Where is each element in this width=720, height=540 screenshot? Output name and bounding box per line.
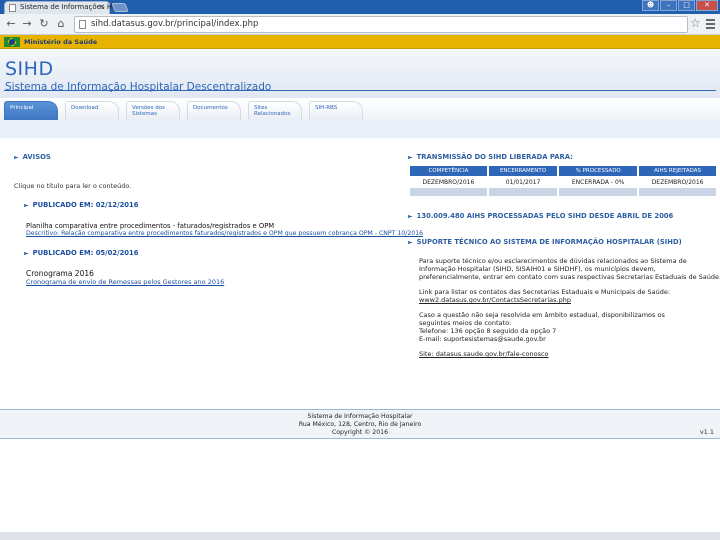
arrow-icon: ►: [14, 154, 19, 161]
col-competencia: COMPETÊNCIA: [410, 166, 487, 176]
tab-sites-relacionados[interactable]: Sites Relacionados: [248, 101, 302, 120]
close-tab-icon[interactable]: ×: [98, 2, 105, 11]
maximize-button[interactable]: □: [678, 0, 695, 11]
url-text: sihd.datasus.gov.br/principal/index.php: [91, 19, 259, 29]
arrow-icon: ►: [24, 202, 29, 209]
site-subtitle: Sistema de Informação Hospitalar Descent…: [5, 81, 272, 93]
footer: Sistema de Informação Hospitalar Rua Méx…: [0, 409, 720, 439]
gov-bar: Ministério da Saúde: [0, 35, 720, 49]
aviso-2-date: ► PUBLICADO EM: 05/02/2016: [24, 249, 139, 257]
tab-documentos[interactable]: Documentos: [187, 101, 241, 120]
browser-toolbar: ← → ↻ ⌂ sihd.datasus.gov.br/principal/in…: [0, 14, 720, 35]
menu-icon[interactable]: [706, 19, 715, 29]
aviso-2-link[interactable]: Cronograma de envio de Remessas pelos Ge…: [26, 278, 224, 286]
site-link[interactable]: Site: datasus.saude.gov.br/fale-conosco: [419, 350, 549, 358]
cell-competencia: DEZEMBRO/2016: [422, 178, 475, 186]
page-icon: [79, 20, 86, 29]
avisos-heading: ► AVISOS: [14, 153, 51, 161]
cell-rejeitadas[interactable]: DEZEMBRO/2016: [639, 176, 716, 188]
main-nav: Principal Download Versões dos Sistemas …: [0, 99, 720, 120]
col-rejeitadas: AIHS REJEITADAS: [639, 166, 716, 176]
suporte-line-3: preferencialmente, entrar em contato com…: [419, 273, 720, 281]
cell-encerramento: 01/01/2017: [505, 178, 541, 186]
aviso-2-title[interactable]: Cronograma 2016: [26, 269, 94, 278]
transmissao-table: COMPETÊNCIA ENCERRAMENTO % PROCESSADO AI…: [408, 166, 718, 196]
browser-tab-title: Sistema de Informações Hos: [20, 3, 121, 11]
suporte-email[interactable]: E-mail: suportesistemas@saude.gov.br: [419, 335, 546, 343]
tab-principal[interactable]: Principal: [4, 101, 58, 120]
table-footer-row: [410, 188, 716, 196]
close-window-button[interactable]: ✕: [696, 0, 718, 11]
contacts-link[interactable]: www2.datasus.gov.br/ContactsSecretarias.…: [419, 296, 571, 304]
suporte-line-2: Informação Hospitalar (SIHD, SISAIH01 e …: [419, 265, 656, 273]
suporte-phone: Telefone: 136 opção 8 seguido da opção 7: [419, 327, 557, 335]
browser-tab[interactable]: Sistema de Informações Hos ×: [4, 1, 120, 14]
address-bar[interactable]: sihd.datasus.gov.br/principal/index.php: [74, 16, 688, 33]
table-row: DEZEMBRO/2016 01/01/2017 ENCERRADA - 0% …: [410, 176, 716, 188]
aviso-1-date: ► PUBLICADO EM: 02/12/2016: [24, 201, 139, 209]
arrow-icon: ►: [408, 239, 413, 246]
browser-statusbar: [0, 532, 720, 540]
back-icon[interactable]: ←: [4, 16, 18, 32]
suporte-line-1: Para suporte técnico e/ou esclarecimento…: [419, 257, 687, 265]
col-processado: % PROCESSADO: [559, 166, 638, 176]
suporte-heading: ► SUPORTE TÉCNICO AO SISTEMA DE INFORMAÇÃ…: [408, 238, 682, 246]
brazil-flag-icon: [4, 37, 20, 47]
page-icon: [9, 4, 16, 12]
suporte-line-5: Caso a questão não seja resolvida em âmb…: [419, 311, 665, 319]
browser-tabstrip: Sistema de Informações Hos × ☻ – □ ✕: [0, 0, 720, 14]
table-header-row: COMPETÊNCIA ENCERRAMENTO % PROCESSADO AI…: [410, 166, 716, 176]
header-divider: [4, 90, 716, 91]
avisos-intro: Clique no título para ler o conteúdo.: [14, 182, 132, 190]
forward-icon[interactable]: →: [20, 16, 34, 32]
arrow-icon: ►: [24, 250, 29, 257]
footer-line-2: Rua México, 128, Centro, Rio de Janeiro: [298, 421, 422, 428]
aviso-1-title[interactable]: Planilha comparativa entre procedimentos…: [26, 222, 274, 230]
user-icon[interactable]: ☻: [642, 0, 659, 11]
window-controls: ☻ – □ ✕: [641, 0, 718, 12]
site-title: SIHD: [5, 58, 54, 80]
arrow-icon: ►: [408, 213, 413, 220]
aihs-heading: ► 130.009.480 AIHS PROCESSADAS PELO SIHD …: [408, 212, 674, 220]
suporte-line-6: seguintes meios de contato:: [419, 319, 512, 327]
version-code: v1.1: [699, 428, 714, 436]
tab-download[interactable]: Download: [65, 101, 119, 120]
cell-processado: ENCERRADA - 0%: [571, 178, 625, 186]
tab-versoes[interactable]: Versões dos Sistemas: [126, 101, 180, 120]
reload-icon[interactable]: ↻: [37, 16, 51, 32]
home-icon[interactable]: ⌂: [54, 16, 68, 32]
footer-copyright: Copyright © 2016: [331, 429, 389, 436]
new-tab-button[interactable]: [111, 3, 129, 12]
footer-line-1: Sistema de Informação Hospitalar: [307, 413, 413, 420]
arrow-icon: ►: [408, 154, 413, 161]
minimize-button[interactable]: –: [660, 0, 677, 11]
content-band: [0, 120, 720, 138]
tab-sih-rbs[interactable]: SIH-RBS: [309, 101, 363, 120]
ministry-link[interactable]: Ministério da Saúde: [24, 38, 97, 46]
col-encerramento: ENCERRAMENTO: [488, 166, 558, 176]
transmissao-heading: ► TRANSMISSÃO DO SIHD LIBERADA PARA:: [408, 153, 573, 161]
star-icon[interactable]: ☆: [690, 16, 701, 30]
suporte-line-4: Link para listar os contatos das Secreta…: [419, 288, 671, 296]
aviso-1-link[interactable]: Descritivo: Relação comparativa entre pr…: [26, 230, 423, 237]
